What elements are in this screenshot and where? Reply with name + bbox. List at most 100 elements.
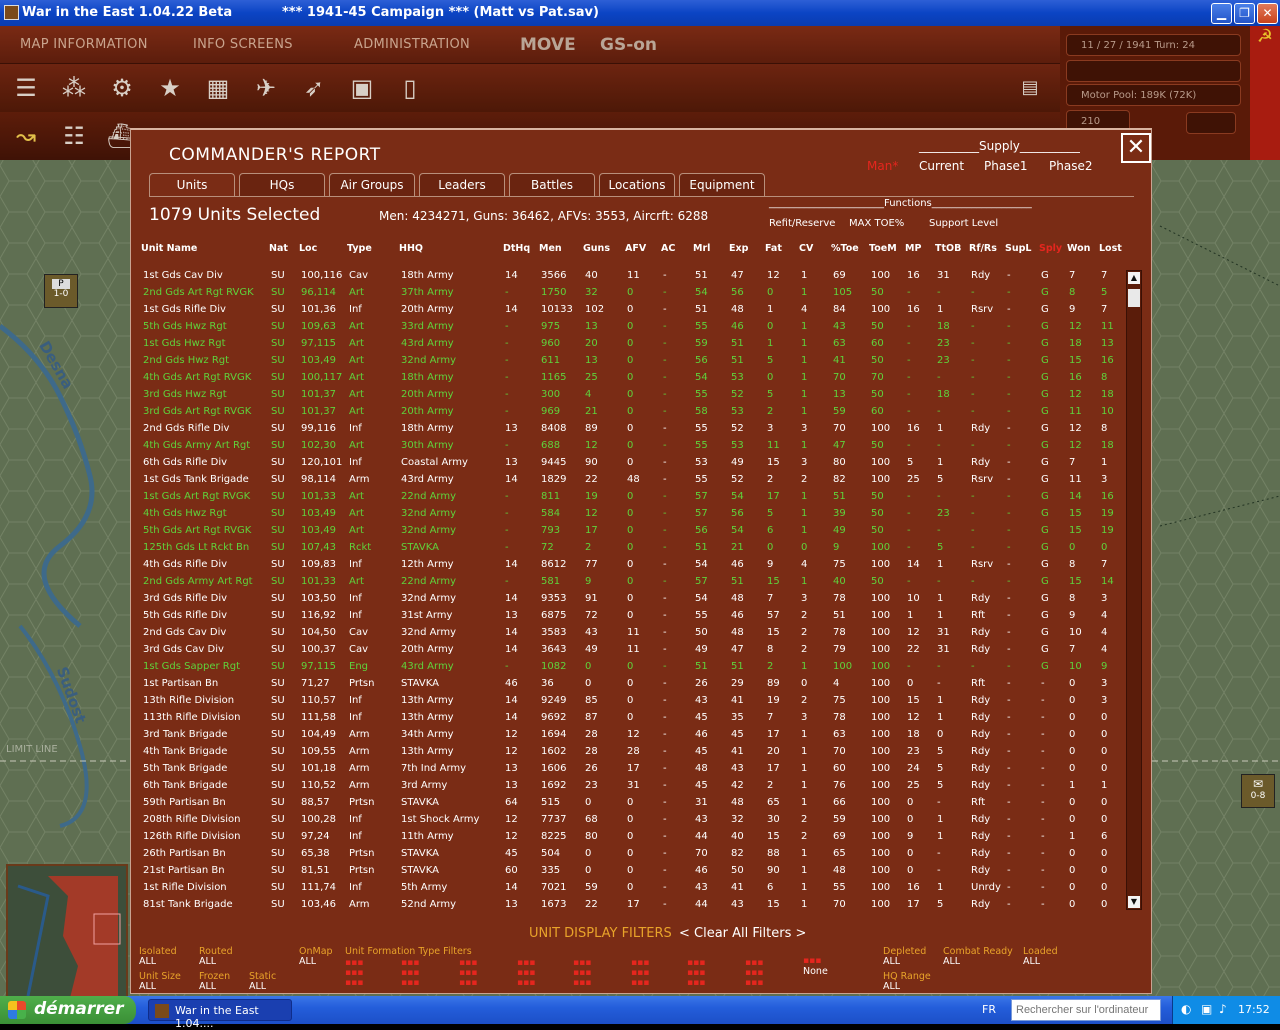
unit-name[interactable]: 126th Rifle Division	[143, 831, 241, 842]
column-header[interactable]: CV	[799, 243, 813, 254]
filter-frozen-value[interactable]: ALL	[199, 981, 216, 992]
type-filter-group-8[interactable]: ▪▪▪ ▪▪▪ ▪▪▪	[745, 958, 763, 988]
rocket-icon[interactable]: ➶	[298, 72, 330, 104]
table-row[interactable]: 2nd Gds Hwz Rgt SU 103,49 Art 32nd Army - 611 1…	[137, 353, 1125, 370]
supply-option-phase1[interactable]: Phase1	[984, 159, 1027, 173]
menu-map-information[interactable]: MAP INFORMATION	[20, 37, 148, 52]
function-max-toe[interactable]: MAX TOE%	[849, 218, 904, 229]
table-row[interactable]: 1st Rifle Division SU 111,74 Inf 5th Army 14 7…	[137, 880, 1125, 897]
function-refit-reserve[interactable]: Refit/Reserve	[769, 218, 835, 229]
type-filter-group-1[interactable]: ▪▪▪ ▪▪▪ ▪▪▪	[345, 958, 363, 988]
unit-name[interactable]: 4th Gds Hwz Rgt	[143, 508, 227, 519]
unit-name[interactable]: 4th Gds Art Rgt RVGK	[143, 372, 251, 383]
supply-option-man[interactable]: Man*	[867, 159, 898, 173]
type-filter-group-9[interactable]: ▪▪▪	[803, 956, 821, 966]
unit-name[interactable]: 5th Gds Rifle Div	[143, 610, 227, 621]
minimap[interactable]	[6, 864, 128, 1012]
column-header[interactable]: Loc	[299, 243, 317, 254]
column-header[interactable]: MP	[905, 243, 921, 254]
table-row[interactable]: 6th Tank Brigade SU 110,52 Arm 3rd Army 13 169…	[137, 778, 1125, 795]
filter-combat-ready-value[interactable]: ALL	[943, 956, 960, 967]
scroll-thumb[interactable]	[1128, 289, 1140, 307]
unit-name[interactable]: 1st Rifle Division	[143, 882, 227, 893]
table-row[interactable]: 4th Gds Hwz Rgt SU 103,49 Art 32nd Army - 584 1…	[137, 506, 1125, 523]
map-unit-counter-right[interactable]: ✉ 0-8	[1241, 774, 1275, 808]
type-filter-group-2[interactable]: ▪▪▪ ▪▪▪ ▪▪▪	[401, 958, 419, 988]
unit-name[interactable]: 6th Gds Rifle Div	[143, 457, 227, 468]
filter-routed-value[interactable]: ALL	[199, 956, 216, 967]
column-header[interactable]: Won	[1067, 243, 1090, 254]
filter-unit-size-value[interactable]: ALL	[139, 981, 156, 992]
tab-units[interactable]: Units	[149, 173, 235, 197]
minimize-button[interactable]: ▁	[1211, 3, 1232, 24]
filter-onmap-value[interactable]: ALL	[299, 956, 316, 967]
type-filter-group-7[interactable]: ▪▪▪ ▪▪▪ ▪▪▪	[687, 958, 705, 988]
table-row[interactable]: 1st Gds Cav Div SU 100,116 Cav 18th Army 14 35…	[137, 268, 1125, 285]
railroad-icon[interactable]: ☷	[58, 120, 90, 152]
tab-battles[interactable]: Battles	[509, 173, 595, 197]
clear-filters-button[interactable]: < Clear All Filters >	[679, 926, 806, 941]
column-header[interactable]: DtHq	[503, 243, 530, 254]
unit-name[interactable]: 1st Gds Tank Brigade	[143, 474, 249, 485]
gear-icon[interactable]: ⚙	[106, 72, 138, 104]
table-row[interactable]: 1st Partisan Bn SU 71,27 Prtsn STAVKA 46 36 0 0 -…	[137, 676, 1125, 693]
type-filter-group-6[interactable]: ▪▪▪ ▪▪▪ ▪▪▪	[631, 958, 649, 988]
unit-name[interactable]: 4th Gds Rifle Div	[143, 559, 227, 570]
table-row[interactable]: 1st Gds Art Rgt RVGK SU 101,33 Art 22nd Army…	[137, 489, 1125, 506]
column-header[interactable]: AC	[661, 243, 675, 254]
filter-airland-value[interactable]: None	[803, 966, 828, 977]
filter-loaded-value[interactable]: ALL	[1023, 956, 1040, 967]
volume-icon[interactable]: ♪	[1219, 1002, 1227, 1016]
table-row[interactable]: 5th Gds Hwz Rgt SU 109,63 Art 33rd Army - 975 1…	[137, 319, 1125, 336]
unit-name[interactable]: 125th Gds Lt Rckt Bn	[143, 542, 249, 553]
table-row[interactable]: 59th Partisan Bn SU 88,57 Prtsn STAVKA 64 515 0…	[137, 795, 1125, 812]
table-row[interactable]: 1st Gds Sapper Rgt SU 97,115 Eng 43rd Army - 1…	[137, 659, 1125, 676]
unit-name[interactable]: 4th Tank Brigade	[143, 746, 227, 757]
unit-name[interactable]: 3rd Gds Art Rgt RVGK	[143, 406, 251, 417]
unit-name[interactable]: 1st Gds Sapper Rgt	[143, 661, 240, 672]
unit-name[interactable]: 1st Gds Hwz Rgt	[143, 338, 226, 349]
supply-option-current[interactable]: Current	[919, 159, 964, 173]
column-header[interactable]: %Toe	[831, 243, 859, 254]
unit-name[interactable]: 2nd Gds Rifle Div	[143, 423, 229, 434]
column-header[interactable]: AFV	[625, 243, 646, 254]
table-row[interactable]: 21st Partisan Bn SU 81,51 Prtsn STAVKA 60 335 0…	[137, 863, 1125, 880]
table-row[interactable]: 1st Gds Tank Brigade SU 98,114 Arm 43rd Army…	[137, 472, 1125, 489]
window-titlebar[interactable]: War in the East 1.04.22 Beta *** 1941-45…	[0, 0, 1280, 26]
unit-name[interactable]: 1st Partisan Bn	[143, 678, 218, 689]
display-icon[interactable]: ▣	[1201, 1002, 1212, 1016]
unit-name[interactable]: 1st Gds Cav Div	[143, 270, 223, 281]
filter-isolated-value[interactable]: ALL	[139, 956, 156, 967]
column-header[interactable]: SupL	[1005, 243, 1031, 254]
supply-option-phase2[interactable]: Phase2	[1049, 159, 1092, 173]
table-row[interactable]: 208th Rifle Division SU 100,28 Inf 1st Shock…	[137, 812, 1125, 829]
type-filter-group-4[interactable]: ▪▪▪ ▪▪▪ ▪▪▪	[517, 958, 535, 988]
gs-toggle[interactable]: GS-on	[600, 35, 657, 55]
table-row[interactable]: 2nd Gds Cav Div SU 104,50 Cav 32nd Army 14 358…	[137, 625, 1125, 642]
table-row[interactable]: 26th Partisan Bn SU 65,38 Prtsn STAVKA 45 504 0…	[137, 846, 1125, 863]
column-header[interactable]: Mrl	[693, 243, 710, 254]
scroll-down-arrow-icon[interactable]: ▼	[1128, 896, 1140, 908]
column-header[interactable]: Guns	[583, 243, 610, 254]
unit-name[interactable]: 5th Tank Brigade	[143, 763, 227, 774]
search-input[interactable]	[1011, 999, 1161, 1021]
unit-name[interactable]: 2nd Gds Hwz Rgt	[143, 355, 229, 366]
unit-name[interactable]: 1st Gds Art Rgt RVGK	[143, 491, 250, 502]
tab-air-groups[interactable]: Air Groups	[329, 173, 415, 197]
column-header[interactable]: ToeM	[869, 243, 897, 254]
column-header[interactable]: Lost	[1099, 243, 1122, 254]
unit-name[interactable]: 21st Partisan Bn	[143, 865, 225, 876]
function-support-level[interactable]: Support Level	[929, 218, 998, 229]
language-indicator[interactable]: FR	[982, 1003, 996, 1016]
taskbar-item-game[interactable]: War in the East 1.04....	[148, 999, 292, 1030]
maximize-button[interactable]: ❐	[1234, 3, 1255, 24]
column-header[interactable]: Nat	[269, 243, 288, 254]
column-header[interactable]: Rf/Rs	[969, 243, 997, 254]
unit-name[interactable]: 13th Rifle Division	[143, 695, 234, 706]
table-scrollbar[interactable]: ▲ ▼	[1126, 270, 1142, 910]
table-row[interactable]: 2nd Gds Rifle Div SU 99,116 Inf 18th Army 13 8…	[137, 421, 1125, 438]
table-row[interactable]: 113th Rifle Division SU 111,58 Inf 13th Army…	[137, 710, 1125, 727]
unit-name[interactable]: 3rd Gds Hwz Rgt	[143, 389, 227, 400]
table-row[interactable]: 2nd Gds Army Art Rgt SU 101,33 Art 22nd Army…	[137, 574, 1125, 591]
unit-name[interactable]: 81st Tank Brigade	[143, 899, 233, 910]
